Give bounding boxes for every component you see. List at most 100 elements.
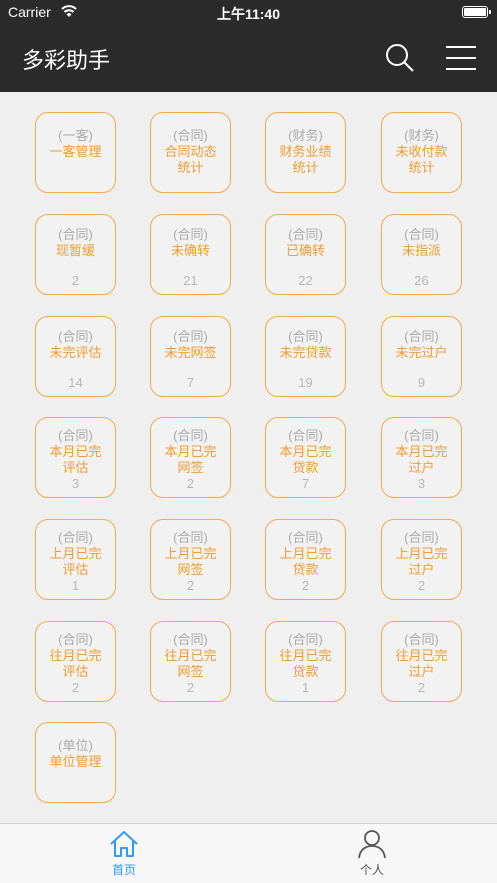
- grid-tile[interactable]: (合同) 上月已完过户 2: [381, 519, 462, 600]
- tile-count: 2: [71, 680, 80, 695]
- grid-tile[interactable]: (合同) 本月已完网签 2: [150, 417, 231, 498]
- tile-count: 1: [301, 680, 310, 695]
- tile-title: 未完网签: [164, 345, 217, 360]
- tile-count: 2: [186, 680, 195, 695]
- tile-category: (合同): [173, 329, 208, 344]
- grid-tile[interactable]: (合同) 未完贷款 19: [265, 316, 346, 397]
- tile-title: 上月已完网签: [164, 546, 217, 577]
- home-icon: [110, 831, 138, 857]
- tile-category: (合同): [404, 329, 439, 344]
- tile-title: 上月已完贷款: [279, 546, 332, 577]
- tile-title: 往月已完评估: [49, 648, 102, 679]
- tile-category: (合同): [404, 632, 439, 647]
- tile-category: (合同): [58, 329, 93, 344]
- person-icon: [358, 830, 386, 859]
- tile-count: 2: [186, 476, 195, 491]
- tile-count: 1: [71, 578, 80, 593]
- tab-home-label: 首页: [111, 863, 136, 877]
- grid-tile[interactable]: (合同) 未完过户 9: [381, 316, 462, 397]
- tile-count: 26: [414, 273, 429, 288]
- tile-category: (合同): [173, 128, 208, 143]
- grid-tile[interactable]: (合同) 上月已完网签 2: [150, 519, 231, 600]
- tile-category: (合同): [288, 530, 323, 545]
- grid-tile[interactable]: (合同) 未指派 26: [381, 214, 462, 295]
- tab-profile-label: 个人: [359, 863, 384, 877]
- grid-tile[interactable]: (合同) 往月已完贷款 1: [265, 621, 346, 702]
- tile-title: 往月已完网签: [164, 648, 217, 679]
- tile-title: 上月已完评估: [49, 546, 102, 577]
- grid-tile[interactable]: (合同) 本月已完过户 3: [381, 417, 462, 498]
- battery-icon: [462, 6, 491, 18]
- grid-tile[interactable]: (合同) 未完网签 7: [150, 316, 231, 397]
- status-bar: Carrier 上午11:40: [0, 0, 497, 26]
- grid-tile[interactable]: (合同) 本月已完评估 3: [35, 417, 116, 498]
- tile-count: 3: [417, 476, 426, 491]
- grid-tile[interactable]: (合同) 未确转 21: [150, 214, 231, 295]
- tile-title: 本月已完网签: [164, 444, 217, 475]
- tile-count: 21: [183, 273, 198, 288]
- tile-category: (合同): [404, 428, 439, 443]
- tile-count: 2: [301, 578, 310, 593]
- tile-count: 19: [298, 375, 313, 390]
- grid-tile[interactable]: (合同) 未完评估 14: [35, 316, 116, 397]
- tile-title: 未收付款统计: [395, 144, 448, 175]
- grid-tile[interactable]: (财务) 财务业绩统计: [265, 112, 346, 193]
- tile-category: (合同): [288, 428, 323, 443]
- tile-category: (财务): [288, 128, 323, 143]
- tile-count: 22: [298, 273, 313, 288]
- grid-tile[interactable]: (合同) 上月已完评估 1: [35, 519, 116, 600]
- tile-category: (合同): [58, 227, 93, 242]
- grid-tile[interactable]: (财务) 未收付款统计: [381, 112, 462, 193]
- tile-category: (合同): [404, 227, 439, 242]
- tile-title: 现暂缓: [55, 243, 95, 258]
- tile-title: 财务业绩统计: [279, 144, 332, 175]
- menu-icon[interactable]: [444, 43, 478, 73]
- tile-title: 本月已完评估: [49, 444, 102, 475]
- grid-tile[interactable]: (合同) 往月已完评估 2: [35, 621, 116, 702]
- tile-title: 未指派: [401, 243, 441, 258]
- tile-count: 14: [68, 375, 83, 390]
- grid-tile[interactable]: (一客) 一客管理: [35, 112, 116, 193]
- grid-tile[interactable]: (合同) 往月已完过户 2: [381, 621, 462, 702]
- page-title: 多彩助手: [22, 48, 111, 73]
- grid-tile[interactable]: (单位) 单位管理: [35, 722, 116, 803]
- tab-profile[interactable]: 个人: [312, 824, 432, 883]
- tile-count: 2: [186, 578, 195, 593]
- tile-title: 单位管理: [49, 754, 102, 769]
- tile-title: 未确转: [170, 243, 210, 258]
- grid-tile[interactable]: (合同) 已确转 22: [265, 214, 346, 295]
- tile-title: 上月已完过户: [395, 546, 448, 577]
- nav-bar: 多彩助手: [0, 26, 497, 92]
- tile-title: 一客管理: [49, 144, 102, 159]
- tile-count: 9: [417, 375, 426, 390]
- function-grid: (一客) 一客管理 (合同) 合同动态统计 (财务) 财务业绩统计 (财务) 未收付款统计 (合…: [0, 92, 497, 823]
- tile-title: 未完贷款: [279, 345, 332, 360]
- tab-bar: 首页 个人: [0, 823, 497, 883]
- search-icon[interactable]: [384, 42, 416, 74]
- tile-category: (合同): [288, 227, 323, 242]
- tile-count: 2: [417, 578, 426, 593]
- grid-tile[interactable]: (合同) 合同动态统计: [150, 112, 231, 193]
- tab-home[interactable]: 首页: [64, 824, 184, 883]
- tile-title: 本月已完贷款: [279, 444, 332, 475]
- tile-count: 7: [186, 375, 195, 390]
- tile-category: (合同): [288, 632, 323, 647]
- grid-tile[interactable]: (合同) 上月已完贷款 2: [265, 519, 346, 600]
- tile-count: 7: [301, 476, 310, 491]
- tile-title: 已确转: [285, 243, 325, 258]
- grid-tile[interactable]: (合同) 现暂缓 2: [35, 214, 116, 295]
- tile-category: (合同): [58, 530, 93, 545]
- grid-tile[interactable]: (合同) 本月已完贷款 7: [265, 417, 346, 498]
- tile-category: (合同): [404, 530, 439, 545]
- tile-count: 2: [417, 680, 426, 695]
- tile-category: (单位): [58, 738, 93, 753]
- tile-category: (合同): [58, 428, 93, 443]
- tile-category: (合同): [288, 329, 323, 344]
- tile-title: 合同动态统计: [164, 144, 217, 175]
- tile-category: (合同): [173, 227, 208, 242]
- tile-title: 往月已完过户: [395, 648, 448, 679]
- tile-category: (合同): [173, 530, 208, 545]
- tile-category: (合同): [173, 428, 208, 443]
- tile-title: 往月已完贷款: [279, 648, 332, 679]
- grid-tile[interactable]: (合同) 往月已完网签 2: [150, 621, 231, 702]
